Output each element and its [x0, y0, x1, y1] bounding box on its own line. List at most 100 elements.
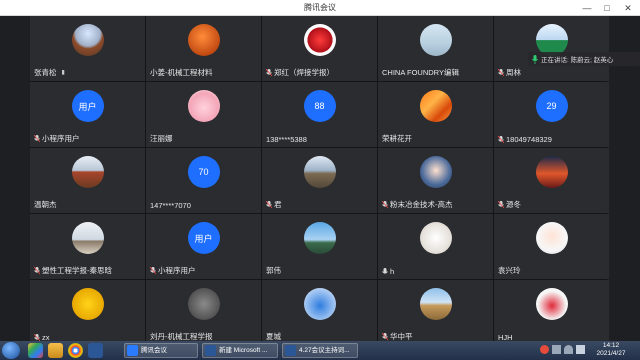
mic-muted-icon — [498, 135, 504, 143]
participant-tile[interactable]: 荣耕花开 — [378, 82, 493, 147]
participant-tile[interactable]: 源冬 — [494, 148, 609, 213]
mic-muted-icon — [498, 200, 504, 208]
participant-name: 郑红（焊接学报） — [274, 68, 334, 77]
participant-tile[interactable]: 70 147****7070 — [146, 148, 261, 213]
participant-tile[interactable]: 小姜-机械工程材料 — [146, 16, 261, 81]
participant-tile[interactable]: 夏城 — [262, 280, 377, 345]
participant-name-row: 袁兴玲 — [498, 265, 521, 276]
participant-tile[interactable]: h — [378, 214, 493, 279]
participant-name-row: 郭伟 — [266, 265, 281, 276]
system-clock[interactable]: 14:12 2021/4/27 — [590, 342, 632, 358]
participant-name-row: 粉末冶金技术-高杰 — [382, 199, 453, 210]
participant-tile[interactable]: 袁兴玲 — [494, 214, 609, 279]
folder-icon[interactable] — [48, 343, 63, 358]
task-label: 新建 Microsoft ... — [219, 347, 268, 354]
participant-name-row: 源冬 — [498, 199, 521, 210]
participant-name-row: 138****5388 — [266, 135, 307, 144]
mic-muted-icon — [34, 266, 40, 274]
mic-muted-icon — [498, 68, 504, 76]
avatar — [187, 24, 220, 56]
avatar — [419, 288, 452, 320]
participant-tile[interactable]: 郭伟 — [262, 214, 377, 279]
participant-name: h — [390, 267, 395, 276]
minimize-button[interactable]: — — [578, 0, 596, 16]
avatar — [535, 288, 568, 320]
task-app-icon — [285, 345, 296, 356]
participant-tile[interactable]: 用户小程序用户 — [146, 214, 261, 279]
participant-name: 塑性工程学报-秦思晗 — [42, 266, 112, 275]
task-app-icon — [205, 345, 216, 356]
participant-tile[interactable]: 刘丹-机械工程学报 — [146, 280, 261, 345]
avatar — [535, 156, 568, 188]
task-label: 腾讯会议 — [141, 347, 167, 354]
participant-name-row: 小程序用户 — [34, 133, 80, 144]
participant-tile[interactable]: 用户 小程序用户 — [30, 82, 145, 147]
avatar — [419, 156, 452, 188]
app-launcher-icon[interactable] — [28, 343, 43, 358]
participant-grid: 张青松 ▮ 小姜-机械工程材料 郑红（焊接学报） CHINA FOUNDRY编辑 周林用户… — [30, 16, 609, 345]
taskbar-task[interactable]: 新建 Microsoft ... — [202, 343, 278, 358]
participant-name-row: 君 — [266, 199, 282, 210]
participant-tile[interactable]: 君 — [262, 148, 377, 213]
participant-tile[interactable]: 塑性工程学报-秦思晗 — [30, 214, 145, 279]
participant-tile[interactable]: 华中平 — [378, 280, 493, 345]
participant-name: 小姜-机械工程材料 — [150, 68, 213, 77]
participant-name-row: CHINA FOUNDRY编辑 — [382, 67, 459, 78]
participant-name: CHINA FOUNDRY编辑 — [382, 68, 459, 77]
avatar — [303, 24, 336, 56]
avatar: 用户 — [187, 222, 220, 254]
speaking-text: 正在讲话: 陈蔚云; 赵英心 — [541, 57, 614, 64]
participant-name: 荣耕花开 — [382, 134, 412, 143]
maximize-button[interactable]: □ — [598, 0, 616, 16]
taskbar-task[interactable]: 腾讯会议 — [124, 343, 198, 358]
avatar: 29 — [535, 90, 568, 122]
signal-icon: ▮ — [61, 70, 65, 76]
speaking-indicator: 正在讲话: 陈蔚云; 赵英心 — [528, 52, 640, 66]
avatar: 88 — [303, 90, 336, 122]
volume-icon[interactable] — [576, 345, 585, 354]
close-button[interactable]: ✕ — [619, 0, 637, 16]
avatar — [71, 288, 104, 320]
participant-name: 147****7070 — [150, 201, 191, 210]
avatar — [535, 222, 568, 254]
participant-tile[interactable]: CHINA FOUNDRY编辑 — [378, 16, 493, 81]
participant-tile[interactable]: 周林 — [494, 16, 609, 81]
word-icon[interactable] — [88, 343, 103, 358]
participant-name-row: 小程序用户 — [150, 265, 196, 276]
participant-name-row: 塑性工程学报-秦思晗 — [34, 265, 112, 276]
participant-tile[interactable]: zx — [30, 280, 145, 345]
mic-muted-icon — [266, 200, 272, 208]
mic-muted-icon — [382, 332, 388, 340]
participant-name: 小程序用户 — [42, 134, 80, 143]
participant-tile[interactable]: 88 138****5388 — [262, 82, 377, 147]
participant-name: 18049748329 — [506, 135, 552, 144]
avatar — [419, 24, 452, 56]
participant-tile[interactable]: 汪丽娜 — [146, 82, 261, 147]
avatar — [303, 156, 336, 188]
task-label: 4.27会议主持词... — [299, 347, 350, 354]
taskbar-task[interactable]: 4.27会议主持词... — [282, 343, 358, 358]
keyboard-icon[interactable] — [552, 345, 561, 354]
tray-app-icon[interactable] — [540, 345, 549, 354]
participant-name-row: 147****7070 — [150, 201, 191, 210]
browser-icon[interactable] — [68, 343, 83, 358]
participant-tile[interactable]: 张青松 ▮ — [30, 16, 145, 81]
participant-name: 袁兴玲 — [498, 266, 521, 275]
microphone-icon — [382, 267, 388, 274]
mic-muted-icon — [266, 68, 272, 76]
network-icon[interactable] — [564, 345, 573, 354]
window-title: 腾讯会议 — [304, 3, 336, 12]
taskbar: 腾讯会议 新建 Microsoft ... 4.27会议主持词... 14:12 2… — [0, 341, 640, 360]
participant-tile[interactable]: 温朝杰 — [30, 148, 145, 213]
avatar: 70 — [187, 156, 220, 188]
start-button[interactable] — [2, 342, 20, 359]
participant-tile[interactable]: 粉末冶金技术-高杰 — [378, 148, 493, 213]
participant-name-row: 张青松 ▮ — [34, 67, 65, 78]
avatar — [419, 222, 452, 254]
participant-tile[interactable]: HJH — [494, 280, 609, 345]
participant-tile[interactable]: 29 18049748329 — [494, 82, 609, 147]
participant-tile[interactable]: 郑红（焊接学报） — [262, 16, 377, 81]
avatar — [419, 90, 452, 122]
participant-name: 张青松 — [34, 68, 57, 77]
participant-name-row: 周林 — [498, 67, 521, 78]
